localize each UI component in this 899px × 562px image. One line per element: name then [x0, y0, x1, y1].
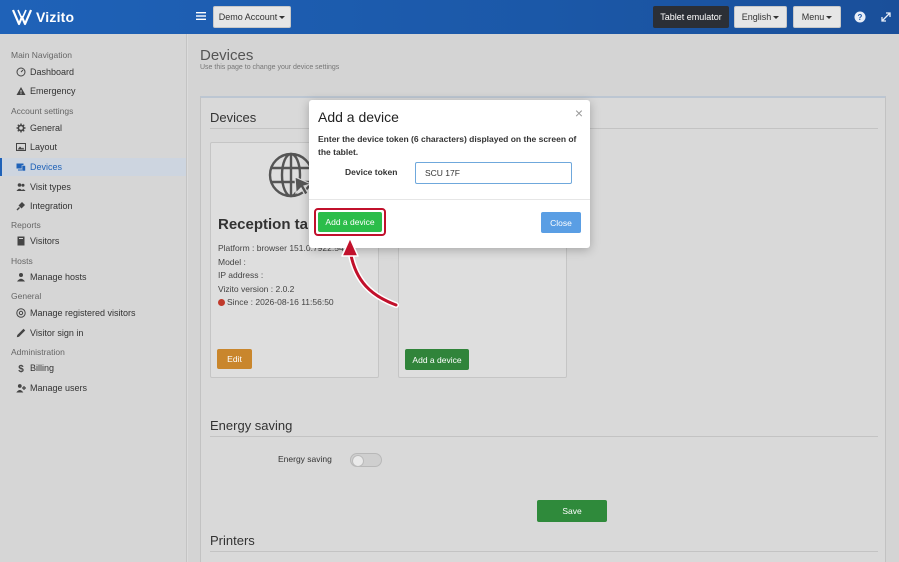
menu-dropdown[interactable]: Menu	[793, 6, 841, 28]
edit-button[interactable]: Edit	[217, 349, 252, 369]
devices-section-title: Devices	[210, 110, 257, 125]
sidebar-item-label: Manage hosts	[30, 272, 87, 282]
sidebar-item-manage-hosts[interactable]: Manage hosts	[0, 268, 186, 286]
sidebar-item-label: Devices	[30, 162, 63, 172]
add-device-button[interactable]: Add a device	[318, 212, 382, 232]
tablet-emulator-button[interactable]: Tablet emulator	[653, 6, 729, 28]
user-icon	[16, 272, 26, 282]
sidebar-item-label: Layout	[30, 142, 58, 152]
sidebar-item-label: Visit types	[30, 182, 71, 192]
vizito-logo-icon	[12, 9, 32, 26]
chevron-down-icon	[279, 15, 286, 19]
sidebar-item-label: Integration	[30, 201, 73, 211]
top-bar: Vizito Demo Account Tablet emulator Engl…	[0, 0, 899, 34]
user-plus-icon	[16, 383, 26, 393]
energy-saving-toggle[interactable]	[350, 453, 382, 467]
sidebar-item-label: Visitors	[30, 236, 60, 246]
chevron-down-icon	[826, 15, 833, 19]
modal-title: Add a device	[318, 109, 399, 125]
device-model: Model :	[218, 257, 246, 267]
sidebar-item-dashboard[interactable]: Dashboard	[0, 63, 186, 81]
sidebar-item-label: Billing	[30, 363, 55, 373]
tablet-emulator-label: Tablet emulator	[660, 12, 722, 22]
sidebar-item-visitors[interactable]: Visitors	[0, 232, 186, 250]
svg-text:?: ?	[858, 13, 863, 22]
energy-saving-label: Energy saving	[278, 454, 332, 464]
divider	[210, 436, 878, 437]
sidebar-item-integration[interactable]: Integration	[0, 197, 186, 215]
account-dropdown[interactable]: Demo Account	[213, 6, 291, 28]
sidebar-item-devices[interactable]: Devices	[0, 158, 186, 176]
users-icon	[16, 182, 26, 192]
printers-section-title: Printers	[210, 533, 255, 548]
add-device-button-label: Add a device	[325, 217, 375, 227]
vizito-logo[interactable]: Vizito	[12, 8, 74, 26]
brand-name: Vizito	[36, 9, 75, 25]
device-name: Reception tabl	[218, 216, 322, 233]
sidebar-item-visit-types[interactable]: Visit types	[0, 178, 186, 196]
device-since: Since : 2026-08-16 11:56:50	[218, 297, 334, 307]
pencil-icon	[16, 328, 26, 338]
menu-label: Menu	[801, 12, 825, 22]
sidebar-item-label: Manage users	[30, 383, 88, 393]
sidebar-section-hosts: Hosts	[11, 256, 33, 266]
close-button[interactable]: Close	[541, 212, 581, 233]
sidebar-section-main-navigation: Main Navigation	[11, 50, 72, 60]
plug-icon	[16, 201, 26, 211]
sidebar-item-layout[interactable]: Layout	[0, 138, 186, 156]
energy-section-title: Energy saving	[210, 418, 293, 433]
sidebar-item-label: General	[30, 123, 63, 133]
sidebar-item-emergency[interactable]: Emergency	[0, 82, 186, 100]
save-button[interactable]: Save	[537, 500, 607, 522]
gear-icon	[16, 123, 26, 133]
language-dropdown[interactable]: English	[734, 6, 787, 28]
device-token-label: Device token	[345, 167, 398, 177]
dollar-icon: $	[16, 363, 26, 373]
add-device-card-button-label: Add a device	[412, 354, 462, 365]
add-device-modal: Add a device × Enter the device token (6…	[309, 100, 590, 248]
help-icon[interactable]: ?	[854, 11, 866, 23]
page-title: Devices	[200, 47, 254, 64]
account-dropdown-label: Demo Account	[218, 12, 278, 22]
device-token-input[interactable]	[415, 162, 572, 184]
sidebar-section-general: General	[11, 291, 42, 301]
divider	[210, 551, 878, 552]
sidebar-item-manage-users[interactable]: Manage users	[0, 379, 186, 397]
devices-icon	[16, 162, 26, 172]
at-icon	[16, 308, 26, 318]
save-button-label: Save	[562, 506, 582, 516]
divider	[309, 199, 590, 200]
chevron-down-icon	[773, 15, 780, 19]
sidebar-item-label: Dashboard	[30, 67, 75, 77]
dashboard-icon	[16, 67, 26, 77]
close-button-label: Close	[550, 217, 572, 228]
device-since-label: Since : 2026-08-16 11:56:50	[227, 297, 334, 307]
sidebar-item-manage-registered-visitors[interactable]: Manage registered visitors	[0, 304, 186, 322]
page-subtitle: Use this page to change your device sett…	[200, 64, 340, 71]
add-device-card-button[interactable]: Add a device	[405, 349, 469, 370]
language-label: English	[741, 12, 772, 22]
svg-text:$: $	[18, 364, 24, 373]
sidebar-section-reports: Reports	[11, 220, 41, 230]
book-icon	[16, 236, 26, 246]
device-ip: IP address :	[218, 270, 264, 280]
sidebar-item-billing[interactable]: $ Billing	[0, 359, 186, 377]
sidebar: Main Navigation Dashboard Emergency Acco…	[0, 34, 187, 562]
edit-button-label: Edit	[227, 354, 242, 364]
fullscreen-icon[interactable]	[880, 11, 892, 23]
sidebar-item-label: Visitor sign in	[30, 328, 84, 338]
sidebar-item-label: Emergency	[30, 86, 76, 96]
close-icon[interactable]: ×	[575, 105, 583, 121]
status-dot-icon	[218, 299, 225, 306]
sidebar-section-administration: Administration	[11, 347, 65, 357]
sidebar-section-account-settings: Account settings	[11, 106, 74, 116]
sidebar-item-general[interactable]: General	[0, 119, 186, 137]
sidebar-item-visitor-sign-in[interactable]: Visitor sign in	[0, 324, 186, 342]
warning-icon	[16, 86, 26, 96]
hamburger-menu-icon[interactable]	[195, 10, 207, 22]
image-icon	[16, 142, 26, 152]
sidebar-item-label: Manage registered visitors	[30, 308, 136, 318]
device-version: Vizito version : 2.0.2	[218, 284, 295, 294]
modal-description: Enter the device token (6 characters) di…	[318, 134, 577, 157]
